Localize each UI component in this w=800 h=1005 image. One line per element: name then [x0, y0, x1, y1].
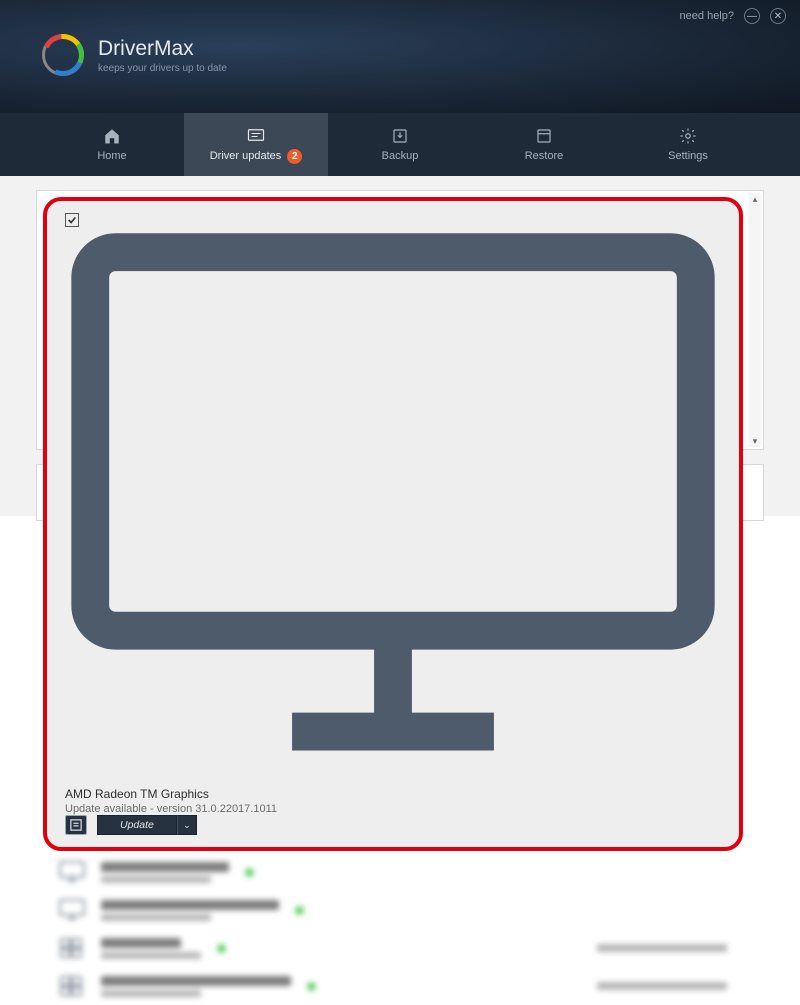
brand: DriverMax keeps your drivers up to date — [42, 34, 227, 76]
app-title: DriverMax — [98, 37, 227, 61]
windows-icon — [59, 975, 85, 997]
app-header: need help? — ✕ DriverMax keeps your driv… — [0, 0, 800, 113]
driver-name: AMD Radeon TM Graphics — [65, 787, 721, 801]
nav-backup-label: Backup — [382, 150, 419, 162]
drivermax-logo-icon — [42, 34, 84, 76]
nav-restore-label: Restore — [525, 150, 564, 162]
nav-driver-updates[interactable]: Driver updates 2 — [184, 113, 328, 176]
nav-restore[interactable]: Restore — [472, 113, 616, 176]
minimize-button[interactable]: — — [744, 8, 760, 24]
list-icon — [70, 819, 82, 831]
driver-row-blurred — [37, 929, 749, 967]
close-button[interactable]: ✕ — [770, 8, 786, 24]
updates-badge: 2 — [287, 149, 302, 164]
nav-backup[interactable]: Backup — [328, 113, 472, 176]
nav-updates-label: Driver updates — [210, 150, 282, 162]
status-dot-icon — [217, 944, 226, 953]
scrollbar[interactable]: ▴ ▾ — [749, 193, 761, 447]
monitor-icon — [65, 769, 721, 786]
update-dropdown[interactable]: ⌄ — [177, 815, 197, 835]
nav-home[interactable]: Home — [40, 113, 184, 176]
main-nav: Home Driver updates 2 Backup Restore Set… — [0, 113, 800, 176]
nav-home-label: Home — [97, 150, 126, 162]
row-checkbox[interactable] — [65, 213, 79, 227]
status-dot-icon — [295, 906, 304, 915]
driver-row-highlighted[interactable]: AMD Radeon TM Graphics Update available … — [43, 197, 743, 851]
scroll-down-icon[interactable]: ▾ — [749, 435, 761, 447]
driver-list: ▴ ▾ AMD Radeon TM Graphics Update availa… — [36, 190, 764, 450]
app-tagline: keeps your drivers up to date — [98, 63, 227, 74]
help-link[interactable]: need help? — [680, 10, 734, 22]
home-icon — [102, 127, 122, 145]
updates-icon — [246, 126, 266, 144]
driver-row-blurred — [37, 967, 749, 1005]
nav-settings-label: Settings — [668, 150, 708, 162]
details-button[interactable] — [65, 815, 87, 835]
monitor-icon — [59, 861, 85, 883]
gear-icon — [678, 127, 698, 145]
restore-icon — [534, 127, 554, 145]
scroll-up-icon[interactable]: ▴ — [749, 193, 761, 205]
status-dot-icon — [245, 868, 254, 877]
status-dot-icon — [307, 982, 316, 991]
content-area: ▴ ▾ AMD Radeon TM Graphics Update availa… — [0, 176, 800, 516]
update-button[interactable]: Update — [97, 815, 177, 835]
driver-row-blurred — [37, 891, 749, 929]
windows-icon — [59, 937, 85, 959]
backup-icon — [390, 127, 410, 145]
monitor-icon — [59, 899, 85, 921]
driver-status: Update available - version 31.0.22017.10… — [65, 803, 721, 815]
nav-settings[interactable]: Settings — [616, 113, 760, 176]
chevron-down-icon: ⌄ — [183, 820, 191, 831]
driver-row-blurred — [37, 853, 749, 891]
